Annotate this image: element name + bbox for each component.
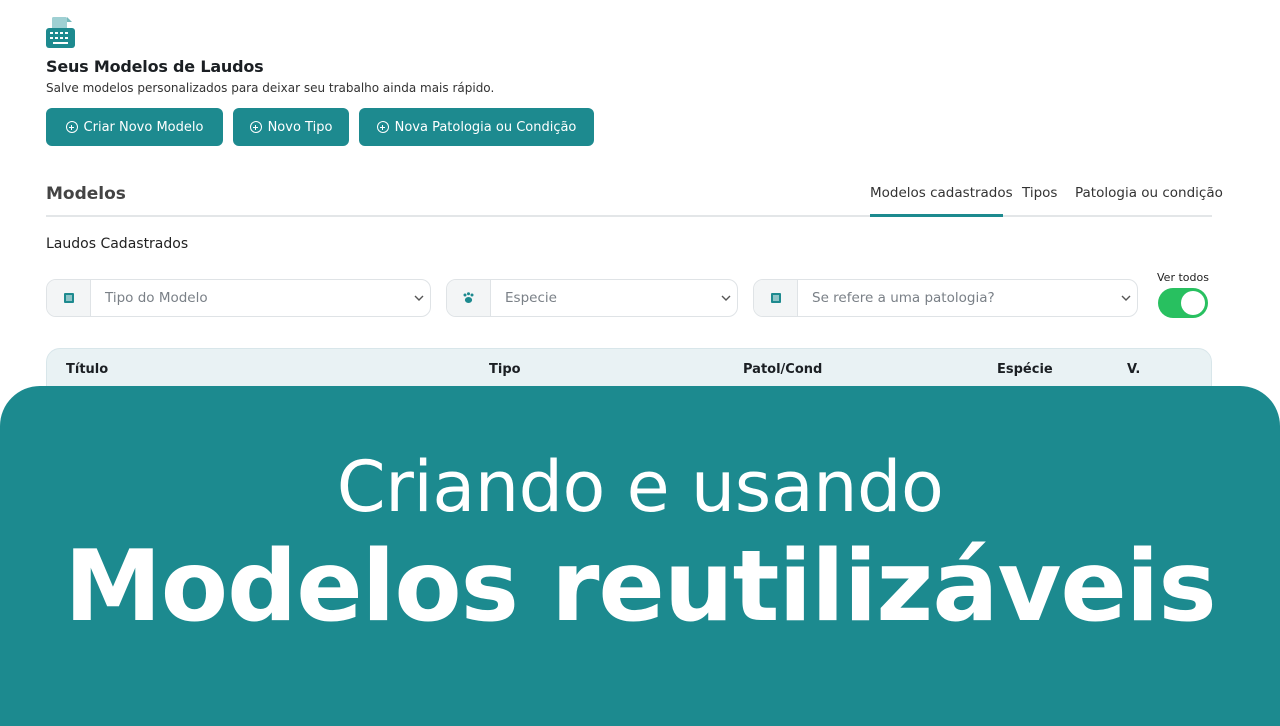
plus-circle-icon	[249, 121, 262, 133]
tabs-divider	[46, 215, 1212, 217]
toggle-knob	[1181, 291, 1205, 315]
tab-patologia-condicao[interactable]: Patologia ou condição	[1075, 185, 1223, 201]
active-tab-indicator	[870, 214, 1003, 217]
chevron-down-icon	[1115, 280, 1137, 316]
page-title: Seus Modelos de Laudos	[46, 57, 264, 76]
nova-patologia-label: Nova Patologia ou Condição	[394, 119, 577, 135]
section-title: Modelos	[46, 184, 126, 204]
patologia-select[interactable]: Se refere a uma patologia?	[753, 279, 1138, 317]
column-header-v[interactable]: V.	[1127, 362, 1140, 377]
column-header-tipo[interactable]: Tipo	[489, 362, 521, 377]
list-label: Laudos Cadastrados	[46, 236, 189, 252]
plus-circle-icon	[65, 121, 78, 133]
page-subtitle: Salve modelos personalizados para deixar…	[46, 81, 495, 95]
column-header-titulo[interactable]: Título	[66, 362, 108, 377]
tipo-modelo-value: Tipo do Modelo	[105, 290, 208, 306]
tab-modelos-cadastrados[interactable]: Modelos cadastrados	[870, 185, 1013, 201]
column-header-especie[interactable]: Espécie	[997, 362, 1053, 377]
criar-novo-modelo-button[interactable]: Criar Novo Modelo	[46, 108, 223, 146]
list-icon	[47, 280, 91, 316]
banner-line-2: Modelos reutilizáveis	[64, 530, 1216, 644]
ver-todos-label: Ver todos	[1157, 271, 1209, 284]
nova-patologia-button[interactable]: Nova Patologia ou Condição	[359, 108, 594, 146]
criar-novo-modelo-label: Criar Novo Modelo	[83, 119, 204, 135]
plus-circle-icon	[376, 121, 389, 133]
column-header-patol-cond[interactable]: Patol/Cond	[743, 362, 822, 377]
laudos-app-icon	[46, 17, 75, 48]
especie-value: Especie	[505, 290, 557, 306]
tipo-modelo-select[interactable]: Tipo do Modelo	[46, 279, 431, 317]
tab-tipos[interactable]: Tipos	[1022, 185, 1057, 201]
banner-line-1: Criando e usando	[336, 446, 944, 528]
patologia-value: Se refere a uma patologia?	[812, 290, 995, 306]
ver-todos-toggle[interactable]	[1158, 288, 1208, 318]
novo-tipo-button[interactable]: Novo Tipo	[233, 108, 349, 146]
novo-tipo-label: Novo Tipo	[267, 119, 333, 135]
especie-select[interactable]: Especie	[446, 279, 738, 317]
list-icon	[754, 280, 798, 316]
paw-icon	[447, 280, 491, 316]
chevron-down-icon	[408, 280, 430, 316]
chevron-down-icon	[715, 280, 737, 316]
